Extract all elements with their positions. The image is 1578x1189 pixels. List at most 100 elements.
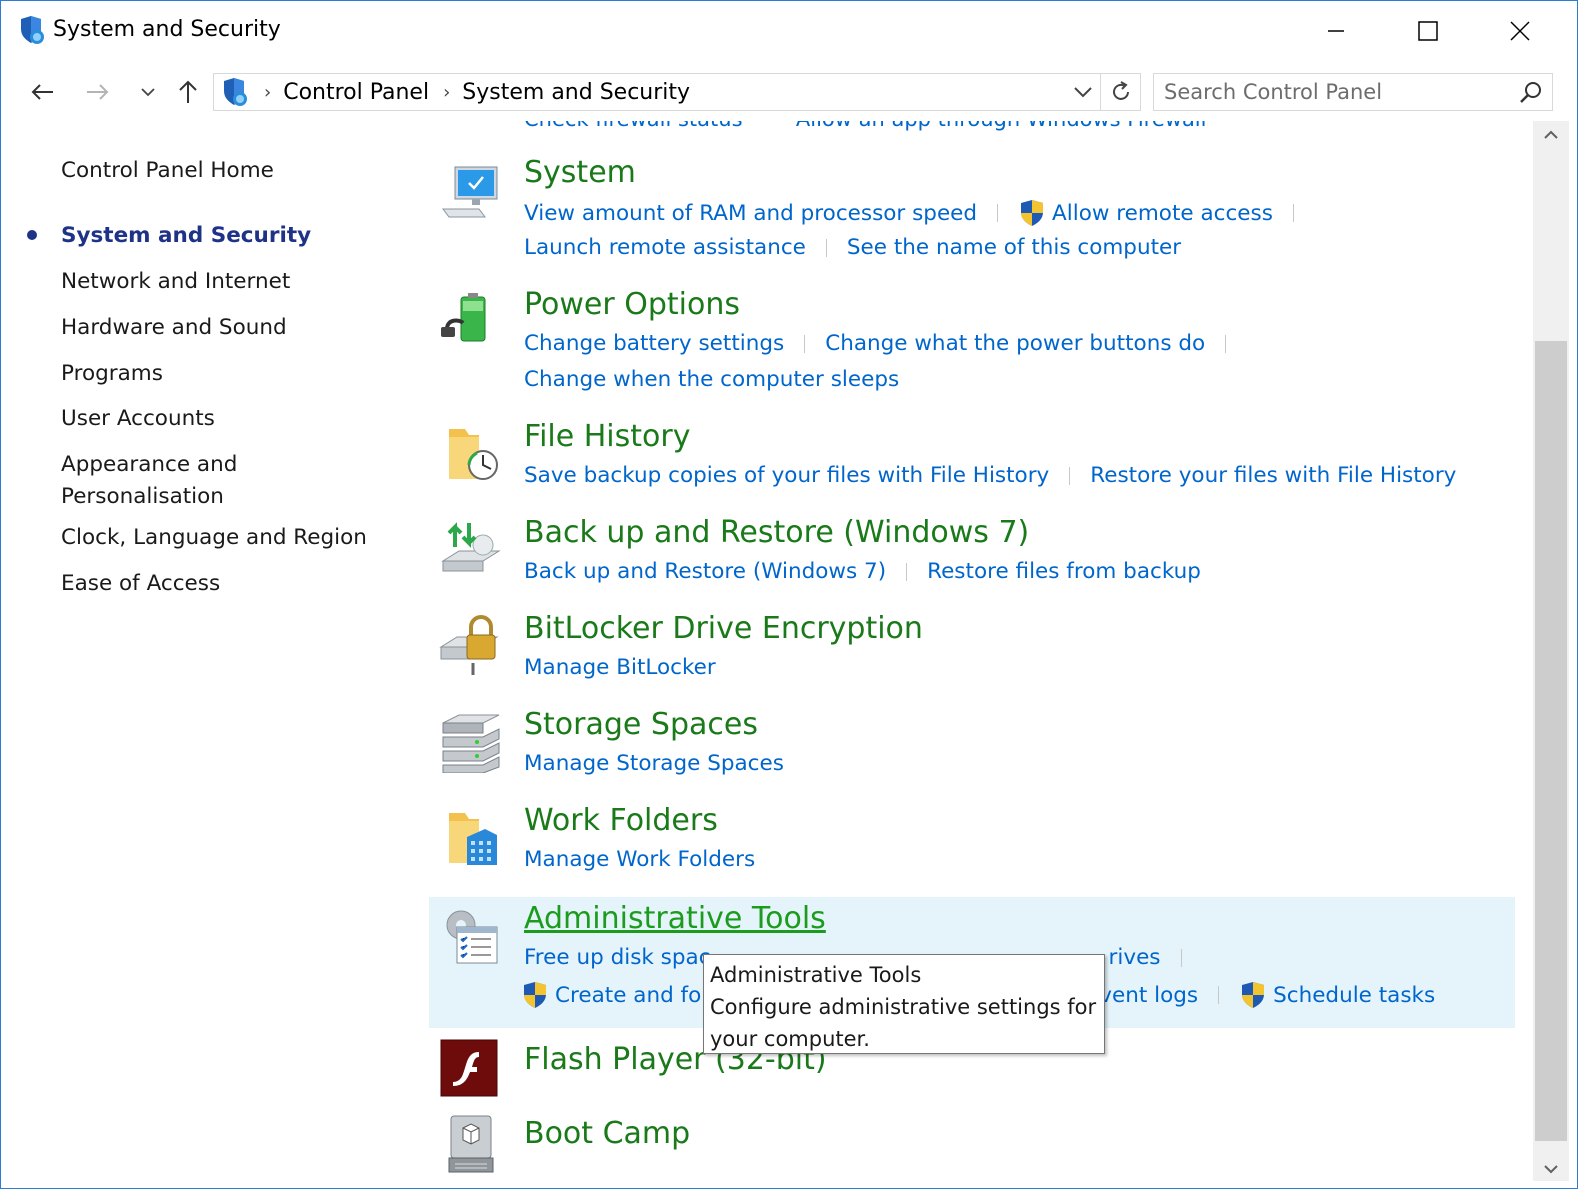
work-folders-title-link[interactable]: Work Folders (524, 803, 718, 838)
chevron-down-icon[interactable] (1072, 80, 1094, 104)
refresh-button[interactable] (1100, 74, 1140, 110)
category-bitlocker: BitLocker Drive Encryption Manage BitLoc… (429, 607, 1515, 703)
minimize-button[interactable] (1291, 1, 1381, 61)
back-button[interactable] (25, 75, 59, 109)
sidebar-item-hardware-and-sound[interactable]: Hardware and Sound (61, 312, 287, 344)
system-links-row-2: Launch remote assistance See the name of… (524, 235, 1181, 260)
sidebar-item-system-and-security[interactable]: System and Security (61, 220, 311, 252)
change-sleep-link[interactable]: Change when the computer sleeps (524, 367, 899, 392)
administrative-tools-title-link[interactable]: Administrative Tools (524, 901, 826, 936)
boot-camp-title-link[interactable]: Boot Camp (524, 1116, 690, 1151)
title-bar: System and Security (1, 1, 1577, 61)
category-backup-and-restore: Back up and Restore (Windows 7) Back up … (429, 511, 1515, 607)
manage-storage-spaces-link[interactable]: Manage Storage Spaces (524, 751, 784, 776)
partial-links-row: Check firewall status Allow an app throu… (524, 121, 1206, 131)
backup-and-restore-link[interactable]: Back up and Restore (Windows 7) (524, 559, 886, 584)
link-separator (804, 334, 806, 353)
left-navigation-pane: Control Panel Home System and Security N… (1, 121, 421, 1181)
close-button[interactable] (1475, 1, 1565, 61)
up-button[interactable] (171, 75, 205, 109)
restore-files-from-backup-link[interactable]: Restore files from backup (927, 559, 1201, 584)
backup-links-row: Back up and Restore (Windows 7) Restore … (524, 559, 1201, 584)
scrollbar-thumb[interactable] (1535, 341, 1567, 1141)
link-separator (1069, 466, 1071, 485)
flash-player-icon (440, 1039, 498, 1097)
work-folders-links-row: Manage Work Folders (524, 847, 755, 872)
sidebar-item-ease-of-access[interactable]: Ease of Access (61, 568, 220, 600)
link-separator (825, 238, 827, 257)
recent-locations-button[interactable] (131, 75, 165, 109)
view-ram-processor-link[interactable]: View amount of RAM and processor speed (524, 201, 977, 226)
category-file-history: File History Save backup copies of your … (429, 415, 1515, 511)
schedule-tasks-link[interactable]: Schedule tasks (1273, 983, 1435, 1008)
system-title-link[interactable]: System (524, 155, 636, 190)
link-separator (1180, 948, 1182, 967)
scroll-down-arrow-icon[interactable] (1542, 1163, 1560, 1175)
bitlocker-title-link[interactable]: BitLocker Drive Encryption (524, 611, 923, 646)
manage-bitlocker-link[interactable]: Manage BitLocker (524, 655, 716, 680)
storage-spaces-links-row: Manage Storage Spaces (524, 751, 784, 776)
check-firewall-status-link[interactable]: Check firewall status (524, 121, 743, 131)
arrow-right-icon (87, 84, 109, 100)
sidebar-item-programs[interactable]: Programs (61, 358, 163, 390)
link-separator (1218, 986, 1220, 1004)
search-input[interactable] (1164, 80, 1504, 104)
storage-spaces-title-link[interactable]: Storage Spaces (524, 707, 758, 742)
folder-clock-icon (449, 429, 498, 480)
defragment-drives-link[interactable]: rives (1109, 945, 1161, 970)
power-options-title-link[interactable]: Power Options (524, 287, 740, 322)
sidebar-item-appearance-and-personalisation[interactable]: Appearance and Personalisation (61, 449, 237, 513)
manage-work-folders-link[interactable]: Manage Work Folders (524, 847, 755, 872)
gear-checklist-icon (446, 910, 498, 964)
battery-plug-icon (441, 293, 486, 342)
tooltip-body-line: Configure administrative settings for (710, 995, 1097, 1019)
forward-button[interactable] (81, 75, 115, 109)
control-panel-window: System and Security › Control Panel › Sy… (0, 0, 1578, 1189)
power-links-row-2: Change when the computer sleeps (524, 367, 899, 392)
free-up-disk-space-link[interactable]: Free up disk spac (524, 945, 711, 970)
allow-app-through-firewall-link[interactable]: Allow an app through Windows Firewall (796, 121, 1207, 131)
change-battery-settings-link[interactable]: Change battery settings (524, 331, 784, 356)
breadcrumb-separator-icon: › (443, 81, 451, 103)
bitlocker-links-row: Manage BitLocker (524, 655, 716, 680)
maximize-button[interactable] (1383, 1, 1473, 61)
scroll-up-arrow-icon[interactable] (1542, 129, 1560, 141)
breadcrumb-control-panel[interactable]: Control Panel (283, 80, 429, 105)
sidebar-item-network-and-internet[interactable]: Network and Internet (61, 266, 290, 298)
see-computer-name-link[interactable]: See the name of this computer (847, 235, 1181, 260)
breadcrumb-separator-icon: › (264, 81, 272, 103)
sidebar-item-label-line: Personalisation (61, 484, 224, 509)
save-backup-copies-link[interactable]: Save backup copies of your files with Fi… (524, 463, 1049, 488)
search-icon[interactable] (1518, 80, 1544, 106)
power-links-row-1: Change battery settings Change what the … (524, 331, 1246, 356)
file-history-title-link[interactable]: File History (524, 419, 690, 454)
sidebar-item-clock-language-and-region[interactable]: Clock, Language and Region (61, 522, 367, 554)
view-event-logs-link[interactable]: vent logs (1099, 983, 1198, 1008)
change-power-buttons-link[interactable]: Change what the power buttons do (825, 331, 1205, 356)
backup-restore-title-link[interactable]: Back up and Restore (Windows 7) (524, 515, 1029, 550)
system-links-row-1: View amount of RAM and processor speed A… (524, 199, 1314, 227)
category-power-options: Power Options Change battery settings Ch… (429, 283, 1515, 415)
arrow-up-icon (179, 80, 197, 103)
control-panel-home-link[interactable]: Control Panel Home (61, 155, 274, 187)
uac-shield-icon (1242, 982, 1265, 1008)
stacked-drives-icon (442, 714, 500, 773)
allow-remote-access-link[interactable]: Allow remote access (1052, 201, 1273, 226)
refresh-icon (1112, 81, 1129, 100)
administrative-tools-tooltip: Administrative Tools Configure administr… (703, 954, 1105, 1054)
uac-shield-icon (524, 982, 546, 1008)
arrow-left-icon (31, 84, 53, 100)
breadcrumb-system-and-security[interactable]: System and Security (462, 80, 690, 105)
launch-remote-assistance-link[interactable]: Launch remote assistance (524, 235, 806, 260)
restore-files-file-history-link[interactable]: Restore your files with File History (1090, 463, 1456, 488)
file-history-links-row: Save backup copies of your files with Fi… (524, 463, 1456, 488)
tooltip-body-line: your computer. (710, 1027, 870, 1051)
vertical-scrollbar[interactable] (1533, 121, 1569, 1181)
create-and-format-partitions-link[interactable]: Create and fo (555, 983, 701, 1008)
address-bar[interactable]: › Control Panel › System and Security (213, 73, 1141, 111)
maximize-icon (1418, 21, 1438, 41)
uac-shield-icon (1021, 200, 1044, 226)
sidebar-item-user-accounts[interactable]: User Accounts (61, 403, 215, 435)
link-separator (997, 204, 999, 222)
search-box[interactable] (1153, 73, 1553, 111)
